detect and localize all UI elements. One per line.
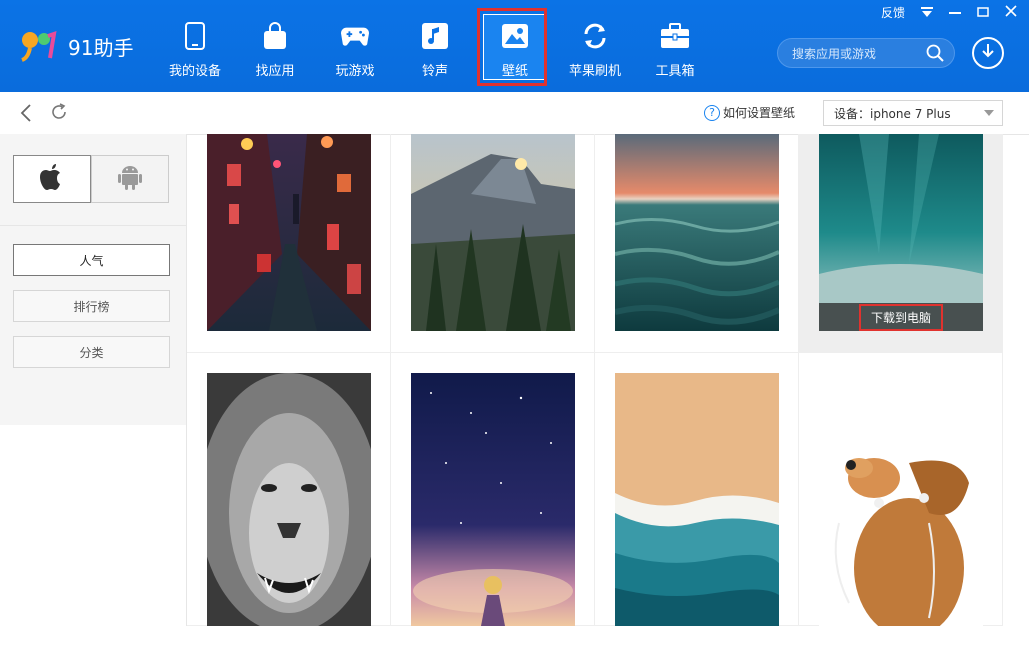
- os-tabs: [13, 155, 169, 203]
- download-icon: [981, 43, 995, 63]
- nav-find-apps[interactable]: 找应用: [235, 0, 315, 92]
- wallpaper-thumbnail-starry-night[interactable]: [411, 373, 575, 626]
- nav-label: 玩游戏: [335, 64, 375, 79]
- top-bar: 91助手 我的设备 找应用 玩游戏 铃声 壁纸 苹果刷机 工具箱 反馈 搜索应用…: [0, 0, 1029, 92]
- image-icon: [501, 22, 529, 50]
- main-nav: 我的设备 找应用 玩游戏 铃声 壁纸 苹果刷机 工具箱: [155, 0, 715, 92]
- window-controls: 反馈: [881, 4, 1017, 21]
- music-icon: [421, 22, 449, 50]
- wallpaper-card[interactable]: [391, 353, 595, 626]
- refresh-icon[interactable]: [50, 103, 68, 125]
- wallpaper-thumbnail-lion[interactable]: [207, 373, 371, 626]
- wallpaper-card[interactable]: [187, 353, 391, 626]
- apple-icon: [40, 163, 64, 195]
- app-name: 91助手: [68, 35, 134, 60]
- help-label: 如何设置壁纸: [723, 106, 796, 120]
- wallpaper-thumbnail-underwater[interactable]: 下载到电脑: [819, 134, 983, 331]
- nav-label: 我的设备: [168, 64, 221, 79]
- toolbox-icon: [661, 22, 689, 50]
- wallpaper-card[interactable]: [595, 353, 799, 626]
- nav-label: 工具箱: [655, 64, 695, 79]
- android-icon: [118, 164, 142, 194]
- wallpaper-thumbnail-mountain[interactable]: [411, 134, 575, 331]
- sidebar: 人气 排行榜 分类: [0, 134, 187, 425]
- wallpaper-card[interactable]: [799, 353, 1003, 626]
- divider: [0, 225, 186, 226]
- download-manager-button[interactable]: [972, 37, 1004, 69]
- wallpaper-thumbnail-ocean-sunset[interactable]: [615, 134, 779, 331]
- tab-ios[interactable]: [13, 155, 91, 203]
- device-label: 设备：iphone 7 Plus: [834, 106, 951, 121]
- search-box: [777, 38, 955, 68]
- nav-games[interactable]: 玩游戏: [315, 0, 395, 92]
- wallpaper-card[interactable]: [391, 134, 595, 353]
- help-icon: ?: [704, 104, 720, 121]
- download-overlay: 下载到电脑: [819, 303, 983, 331]
- bag-icon: [261, 22, 289, 50]
- sidebar-item-ranking[interactable]: 排行榜: [13, 290, 170, 322]
- wallpaper-thumbnail-alley[interactable]: [207, 134, 371, 331]
- nav-my-device[interactable]: 我的设备: [155, 0, 235, 92]
- nav-label: 铃声: [421, 64, 448, 79]
- refresh-icon: [581, 22, 609, 50]
- feedback-link[interactable]: 反馈: [881, 4, 905, 21]
- menu-icon[interactable]: [921, 6, 933, 20]
- close-icon[interactable]: [1005, 5, 1017, 20]
- sidebar-item-popular[interactable]: 人气: [13, 244, 170, 276]
- sidebar-item-category[interactable]: 分类: [13, 336, 170, 368]
- logo-icon: [20, 30, 58, 62]
- nav-flash[interactable]: 苹果刷机: [555, 0, 635, 92]
- maximize-icon[interactable]: [977, 6, 989, 20]
- phone-icon: [181, 22, 209, 50]
- nav-wallpaper[interactable]: 壁纸: [475, 0, 555, 92]
- chevron-down-icon: [984, 110, 994, 116]
- minimize-icon[interactable]: [949, 6, 961, 20]
- nav-label: 苹果刷机: [568, 64, 621, 79]
- wallpaper-grid: 下载到电脑: [187, 134, 1007, 626]
- nav-label: 找应用: [255, 64, 295, 79]
- help-link[interactable]: ? 如何设置壁纸: [704, 104, 795, 121]
- wallpaper-thumbnail-beach[interactable]: [615, 373, 779, 626]
- wallpaper-thumbnail-puppy[interactable]: [819, 373, 983, 626]
- search-input[interactable]: [790, 44, 924, 64]
- nav-toolbox[interactable]: 工具箱: [635, 0, 715, 92]
- window-bottom: [0, 626, 1029, 651]
- gamepad-icon: [341, 22, 369, 50]
- app-logo: 91助手: [20, 30, 133, 62]
- wallpaper-card[interactable]: [187, 134, 391, 353]
- tab-android[interactable]: [91, 155, 169, 203]
- search-icon[interactable]: [926, 44, 944, 66]
- back-icon[interactable]: [20, 104, 32, 126]
- wallpaper-card-hovered[interactable]: 下载到电脑: [799, 134, 1003, 353]
- download-to-pc-button[interactable]: 下载到电脑: [858, 303, 943, 331]
- nav-label: 壁纸: [501, 64, 528, 79]
- wallpaper-card[interactable]: [595, 134, 799, 353]
- device-select[interactable]: 设备：iphone 7 Plus: [823, 100, 1003, 126]
- nav-ringtones[interactable]: 铃声: [395, 0, 475, 92]
